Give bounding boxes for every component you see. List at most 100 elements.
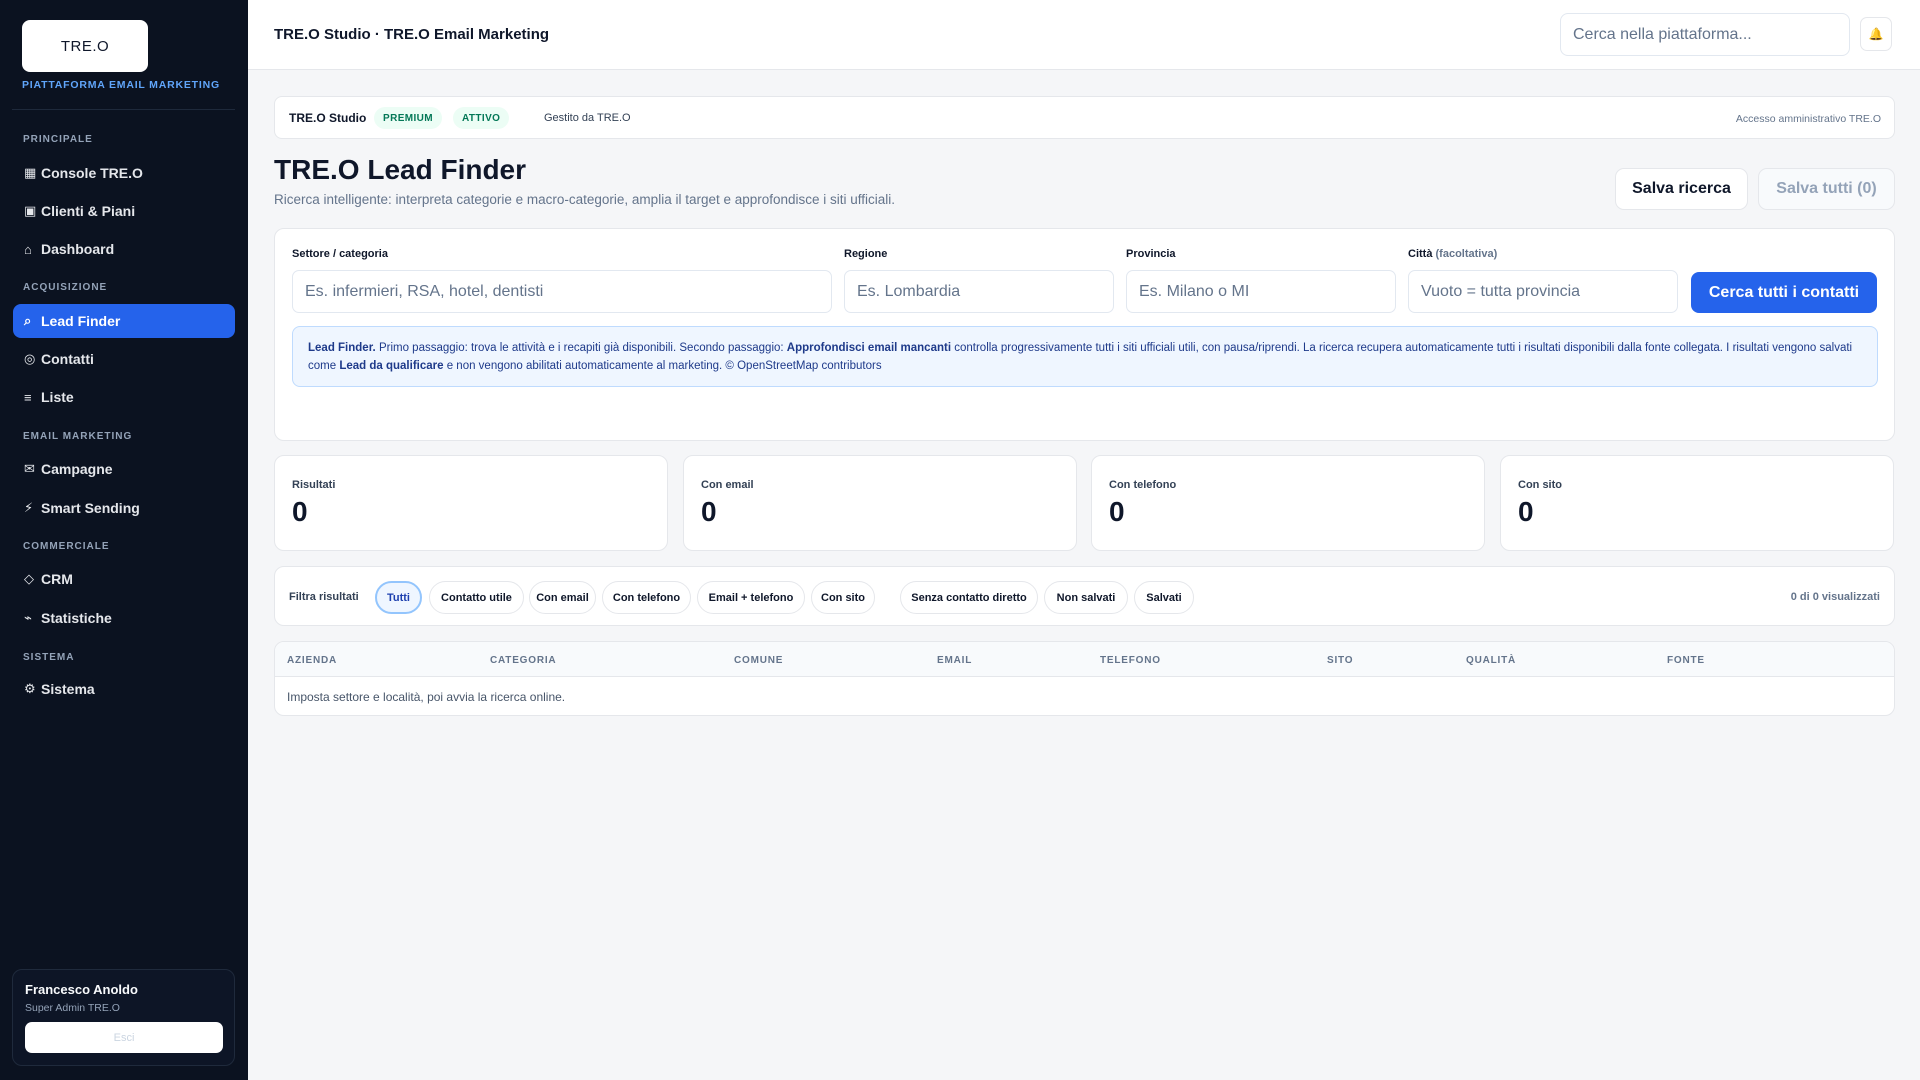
filter-chip-contatto-utile[interactable]: Contatto utile	[429, 581, 524, 614]
logo[interactable]: TRE.O	[22, 20, 148, 72]
search-icon: ⌕	[24, 313, 32, 328]
filter-chip-senza-contatto[interactable]: Senza contatto diretto	[900, 581, 1038, 614]
info-text: Primo passaggio: trova le attività e i r…	[375, 342, 787, 354]
column-header-fonte[interactable]: FONTE	[1667, 655, 1705, 666]
sidebar-item-smart-sending[interactable]: ⚡ Smart Sending	[13, 491, 235, 525]
filter-chip-con-email[interactable]: Con email	[529, 581, 596, 614]
column-header-qualita[interactable]: QUALITÀ	[1466, 655, 1516, 666]
sidebar-item-statistiche[interactable]: ⌁ Statistiche	[13, 601, 235, 635]
stat-card-results: Risultati 0	[274, 455, 668, 551]
sidebar-item-campagne[interactable]: ✉ Campagne	[13, 452, 235, 486]
page-header-title: TRE.O Studio · TRE.O Email Marketing	[274, 26, 550, 43]
stat-label: Con telefono	[1109, 479, 1177, 491]
search-all-contacts-button[interactable]: Cerca tutti i contatti	[1691, 272, 1877, 313]
target-icon: ◎	[24, 351, 36, 366]
sector-label: Settore / categoria	[292, 248, 388, 260]
filter-label: Filtra risultati	[289, 591, 359, 603]
sidebar-item-dashboard[interactable]: ⌂ Dashboard	[13, 232, 235, 266]
search-form: Settore / categoria Regione Provincia Ci…	[274, 228, 1895, 441]
sidebar: TRE.O PIATTAFORMA EMAIL MARKETING PRINCI…	[0, 0, 248, 1080]
save-all-button[interactable]: Salva tutti (0)	[1758, 168, 1895, 210]
tenant-access-note: Accesso amministrativo TRE.O	[1735, 113, 1881, 125]
region-label: Regione	[844, 248, 888, 260]
province-input[interactable]	[1126, 270, 1396, 313]
city-input[interactable]	[1408, 270, 1678, 313]
nav-section-email-marketing: EMAIL MARKETING	[23, 431, 133, 442]
filter-chip-con-telefono[interactable]: Con telefono	[602, 581, 691, 614]
sidebar-item-label: Campagne	[41, 461, 113, 477]
notifications-button[interactable]: 🔔	[1860, 17, 1892, 51]
plan-badge: PREMIUM	[374, 107, 443, 129]
sidebar-item-label: CRM	[41, 571, 73, 587]
stat-value: 0	[1518, 496, 1534, 527]
tenant-name: TRE.O Studio	[289, 111, 367, 125]
sidebar-item-clienti[interactable]: ▣ Clienti & Piani	[13, 194, 235, 228]
table-empty-message: Imposta settore e località, poi avvia la…	[287, 690, 566, 704]
info-box: Lead Finder. Primo passaggio: trova le a…	[292, 326, 1878, 387]
sidebar-item-crm[interactable]: ◇ CRM	[13, 562, 235, 596]
stat-label: Risultati	[292, 479, 336, 491]
stat-card-with-site: Con sito 0	[1500, 455, 1894, 551]
sidebar-item-liste[interactable]: ≡ Liste	[13, 380, 235, 414]
column-header-comune[interactable]: COMUNE	[734, 655, 783, 666]
logout-button[interactable]: Esci	[25, 1022, 223, 1053]
user-role: Super Admin TRE.O	[25, 1002, 120, 1014]
sidebar-item-label: Smart Sending	[41, 500, 140, 516]
sidebar-item-console[interactable]: ▦ Console TRE.O	[13, 156, 235, 190]
column-header-azienda[interactable]: AZIENDA	[287, 655, 337, 666]
status-badge: ATTIVO	[453, 107, 510, 129]
sidebar-item-contatti[interactable]: ◎ Contatti	[13, 342, 235, 376]
city-label: Città (facoltativa)	[1408, 248, 1497, 260]
sidebar-item-label: Statistiche	[41, 610, 112, 626]
stat-label: Con email	[701, 479, 754, 491]
sidebar-item-label: Console TRE.O	[41, 165, 143, 181]
table-header: AZIENDA CATEGORIA COMUNE EMAIL TELEFONO …	[275, 642, 1894, 677]
sidebar-item-label: Lead Finder	[41, 313, 121, 329]
column-header-telefono[interactable]: TELEFONO	[1100, 655, 1161, 666]
global-search-input[interactable]	[1560, 13, 1850, 56]
region-input[interactable]	[844, 270, 1114, 313]
stat-card-with-phone: Con telefono 0	[1091, 455, 1485, 551]
nav-section-principale: PRINCIPALE	[23, 134, 93, 145]
sidebar-item-label: Clienti & Piani	[41, 203, 136, 219]
results-table: AZIENDA CATEGORIA COMUNE EMAIL TELEFONO …	[274, 641, 1895, 716]
nav-section-acquisizione: ACQUISIZIONE	[23, 282, 108, 293]
column-header-sito[interactable]: SITO	[1327, 655, 1353, 666]
save-search-button[interactable]: Salva ricerca	[1615, 168, 1748, 210]
filter-bar: Filtra risultati Tutti Contatto utile Co…	[274, 566, 1895, 626]
grid-icon: ▦	[24, 165, 37, 180]
stat-value: 0	[701, 496, 717, 527]
bell-icon: 🔔	[1868, 27, 1884, 41]
page-subtitle: Ricerca intelligente: interpreta categor…	[274, 192, 896, 207]
stat-label: Con sito	[1518, 479, 1562, 491]
sidebar-item-lead-finder[interactable]: ⌕ Lead Finder	[13, 304, 235, 338]
tenant-managed-by: Gestito da TRE.O	[544, 112, 631, 124]
tenant-bar: TRE.O Studio PREMIUM ATTIVO Gestito da T…	[274, 96, 1895, 139]
filter-chip-email-telefono[interactable]: Email + telefono	[697, 581, 805, 614]
mail-icon: ✉	[24, 461, 35, 476]
diamond-icon: ◇	[24, 571, 34, 586]
page-title: TRE.O Lead Finder	[274, 154, 527, 185]
city-label-text: Città	[1408, 248, 1433, 260]
chart-icon: ⌁	[24, 610, 32, 625]
info-text: e non vengono abilitati automaticamente …	[443, 360, 882, 372]
sidebar-item-label: Liste	[41, 389, 74, 405]
sidebar-item-label: Sistema	[41, 681, 95, 697]
user-name: Francesco Anoldo	[25, 982, 138, 997]
lightning-icon: ⚡	[24, 500, 34, 515]
nav-section-commerciale: COMMERCIALE	[23, 541, 110, 552]
column-header-email[interactable]: EMAIL	[937, 655, 972, 666]
filter-chip-con-sito[interactable]: Con sito	[811, 581, 875, 614]
filter-chip-non-salvati[interactable]: Non salvati	[1044, 581, 1128, 614]
stat-card-with-email: Con email 0	[683, 455, 1077, 551]
info-deepen: Approfondisci email mancanti	[786, 342, 952, 354]
filter-chip-tutti[interactable]: Tutti	[375, 581, 422, 614]
column-header-categoria[interactable]: CATEGORIA	[490, 655, 556, 666]
sector-input[interactable]	[292, 270, 832, 313]
list-icon: ≡	[24, 389, 32, 405]
divider	[12, 109, 235, 110]
info-to-qualify: Lead da qualificare	[339, 360, 444, 372]
sidebar-item-sistema[interactable]: ⚙ Sistema	[13, 672, 235, 706]
gear-icon: ⚙	[24, 681, 36, 696]
filter-chip-salvati[interactable]: Salvati	[1134, 581, 1194, 614]
